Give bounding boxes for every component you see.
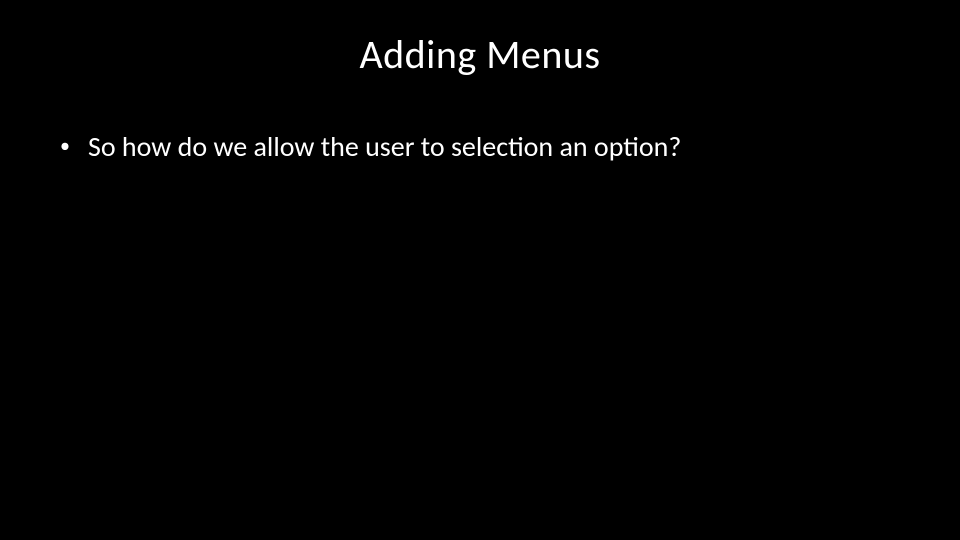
slide-title: Adding Menus — [40, 30, 920, 79]
slide-container: Adding Menus • So how do we allow the us… — [0, 0, 960, 540]
slide-content: • So how do we allow the user to selecti… — [40, 129, 920, 165]
bullet-item: • So how do we allow the user to selecti… — [60, 129, 920, 165]
bullet-text: So how do we allow the user to selection… — [88, 129, 920, 165]
bullet-marker: • — [60, 129, 70, 163]
